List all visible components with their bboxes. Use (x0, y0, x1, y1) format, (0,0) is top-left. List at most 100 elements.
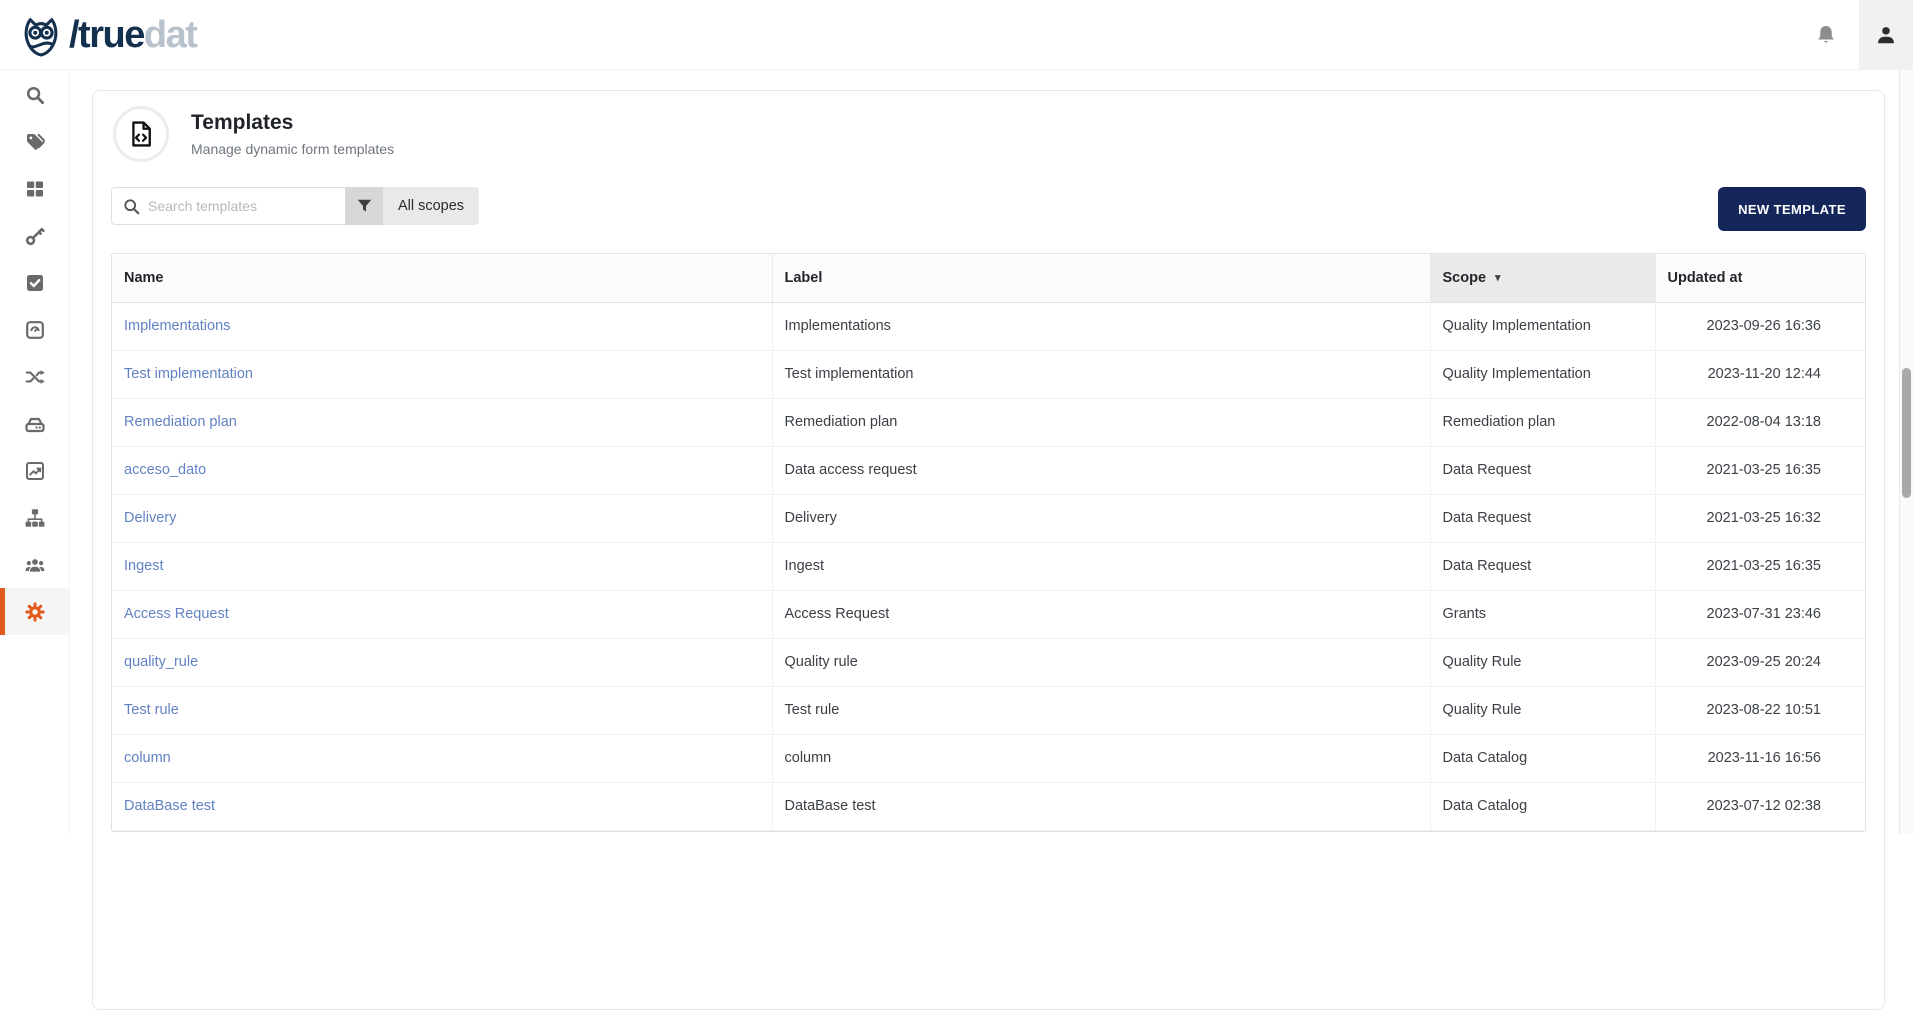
hard-drive-icon (25, 414, 45, 434)
vertical-scrollbar (1899, 70, 1913, 834)
sidebar-item-shuffle[interactable] (0, 353, 70, 400)
template-name-link[interactable]: Delivery (124, 510, 176, 526)
cell-name: quality_rule (112, 638, 772, 686)
template-name-link[interactable]: Test rule (124, 702, 179, 718)
cell-label: Test implementation (772, 350, 1430, 398)
cell-name: Implementations (112, 302, 772, 350)
cell-label: Access Request (772, 590, 1430, 638)
tags-icon (25, 132, 45, 152)
search-icon (25, 85, 45, 105)
cell-name: Test rule (112, 686, 772, 734)
template-file-badge (113, 106, 169, 162)
template-name-link[interactable]: Ingest (124, 558, 164, 574)
filter-button[interactable] (345, 187, 383, 225)
user-menu-button[interactable] (1859, 0, 1913, 70)
cell-scope: Data Request (1430, 494, 1655, 542)
bell-icon (1815, 24, 1837, 46)
scope-filter-button[interactable]: All scopes (383, 187, 479, 225)
table-row: Remediation planRemediation planRemediat… (112, 398, 1865, 446)
template-name-link[interactable]: acceso_dato (124, 462, 206, 478)
cell-name: Access Request (112, 590, 772, 638)
users-icon (25, 555, 45, 575)
template-table-body: ImplementationsImplementationsQuality Im… (112, 302, 1865, 830)
gear-icon (25, 602, 45, 622)
cell-label: Data access request (772, 446, 1430, 494)
cell-updated_at: 2023-09-26 16:36 (1655, 302, 1865, 350)
table-header-row: Name Label Scope▾ Updated at (112, 254, 1865, 302)
sidebar-item-search[interactable] (0, 71, 70, 118)
table-row: DeliveryDeliveryData Request2021-03-25 1… (112, 494, 1865, 542)
template-name-link[interactable]: Access Request (124, 606, 229, 622)
cell-name: Delivery (112, 494, 772, 542)
template-name-link[interactable]: DataBase test (124, 798, 215, 814)
table-row: DataBase testDataBase testData Catalog20… (112, 782, 1865, 830)
cell-label: Ingest (772, 542, 1430, 590)
cell-scope: Quality Rule (1430, 686, 1655, 734)
sidebar-item-check[interactable] (0, 259, 70, 306)
toolbar: All scopes NEW TEMPLATE (111, 187, 1866, 231)
cell-name: acceso_dato (112, 446, 772, 494)
sidebar-item-key[interactable] (0, 212, 70, 259)
cell-label: Test rule (772, 686, 1430, 734)
cell-updated_at: 2021-03-25 16:32 (1655, 494, 1865, 542)
page-header: Templates Manage dynamic form templates (113, 106, 1866, 162)
sidebar-item-gauge[interactable] (0, 306, 70, 353)
table-row: Access RequestAccess RequestGrants2023-0… (112, 590, 1865, 638)
cell-updated_at: 2022-08-04 13:18 (1655, 398, 1865, 446)
brand-wordmark: /truedat (69, 16, 196, 54)
sidebar-item-chart[interactable] (0, 447, 70, 494)
column-header-scope[interactable]: Scope▾ (1430, 254, 1655, 302)
cell-updated_at: 2023-11-20 12:44 (1655, 350, 1865, 398)
cell-name: Ingest (112, 542, 772, 590)
cell-label: column (772, 734, 1430, 782)
cell-label: Quality rule (772, 638, 1430, 686)
table-row: IngestIngestData Request2021-03-25 16:35 (112, 542, 1865, 590)
cell-updated_at: 2021-03-25 16:35 (1655, 542, 1865, 590)
topbar: /truedat (0, 0, 1913, 70)
topbar-actions (1805, 0, 1913, 70)
main-content: Templates Manage dynamic form templates (71, 71, 1913, 834)
gauge-icon (25, 320, 45, 340)
column-header-updated-at[interactable]: Updated at (1655, 254, 1865, 302)
scrollbar-thumb[interactable] (1902, 368, 1911, 498)
templates-card: Templates Manage dynamic form templates (92, 90, 1885, 1010)
cell-updated_at: 2023-08-22 10:51 (1655, 686, 1865, 734)
sidebar-item-users[interactable] (0, 541, 70, 588)
sort-desc-icon: ▾ (1495, 272, 1501, 284)
table-row: Test ruleTest ruleQuality Rule2023-08-22… (112, 686, 1865, 734)
template-name-link[interactable]: column (124, 750, 171, 766)
sidebar (0, 71, 70, 834)
new-template-button[interactable]: NEW TEMPLATE (1718, 187, 1866, 231)
cell-scope: Grants (1430, 590, 1655, 638)
table-row: quality_rule Quality ruleQuality Rule2023… (112, 638, 1865, 686)
sidebar-item-tags[interactable] (0, 118, 70, 165)
check-square-icon (25, 273, 45, 293)
sidebar-item-sitemap[interactable] (0, 494, 70, 541)
cell-updated_at: 2021-03-25 16:35 (1655, 446, 1865, 494)
column-header-name[interactable]: Name (112, 254, 772, 302)
template-name-link[interactable]: Remediation plan (124, 414, 237, 430)
cell-scope: Quality Implementation (1430, 302, 1655, 350)
cell-scope: Data Request (1430, 542, 1655, 590)
cell-scope: Quality Rule (1430, 638, 1655, 686)
notifications-button[interactable] (1805, 0, 1847, 70)
brand-logo[interactable]: /truedat (18, 12, 196, 58)
table-row: acceso_datoData access requestData Reque… (112, 446, 1865, 494)
column-header-label[interactable]: Label (772, 254, 1430, 302)
cell-updated_at: 2023-09-25 20:24 (1655, 638, 1865, 686)
sidebar-item-settings[interactable] (0, 588, 70, 635)
cell-label: Implementations (772, 302, 1430, 350)
table-row: Test implementationTest implementationQu… (112, 350, 1865, 398)
cell-updated_at: 2023-11-16 16:56 (1655, 734, 1865, 782)
template-name-link[interactable]: Implementations (124, 318, 230, 334)
template-name-link[interactable]: quality_rule (124, 654, 198, 670)
sidebar-item-drive[interactable] (0, 400, 70, 447)
cell-scope: Data Catalog (1430, 734, 1655, 782)
file-code-icon (127, 120, 155, 148)
funnel-icon (357, 199, 372, 214)
user-icon (1875, 24, 1897, 46)
search-input[interactable] (112, 188, 345, 224)
sidebar-item-grid[interactable] (0, 165, 70, 212)
table-row: columncolumnData Catalog2023-11-16 16:56 (112, 734, 1865, 782)
template-name-link[interactable]: Test implementation (124, 366, 253, 382)
